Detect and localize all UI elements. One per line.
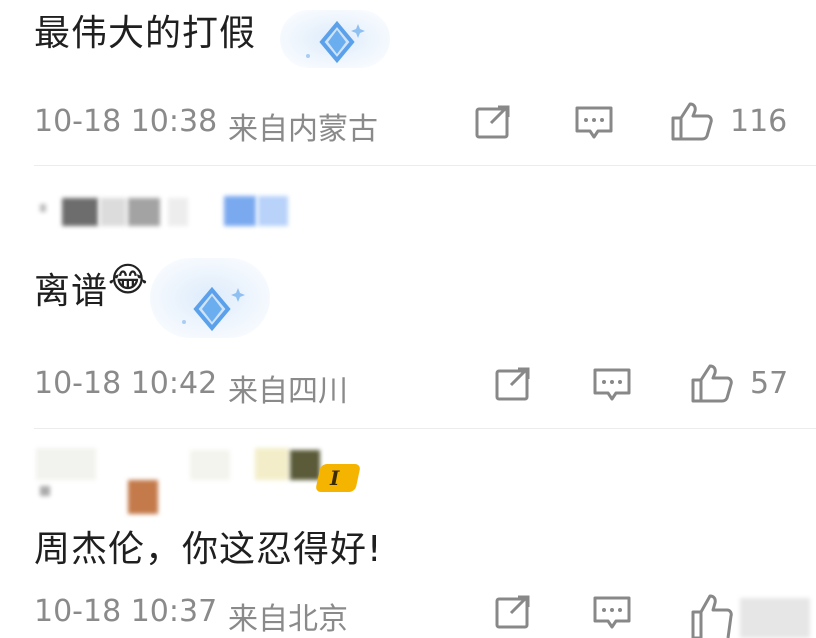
diamond-sticker-icon: [300, 18, 370, 70]
censored-username: [168, 198, 188, 226]
share-icon[interactable]: [474, 104, 512, 140]
censored-username: [62, 198, 98, 226]
thumbs-up-icon[interactable]: [690, 362, 734, 404]
comment-timestamp: 10-18 10:37: [34, 594, 218, 629]
divider: [34, 428, 816, 429]
censored-username: [40, 204, 46, 212]
censored-username: [258, 196, 288, 226]
censored-avatar: [128, 480, 158, 514]
thumbs-up-icon[interactable]: [690, 590, 734, 638]
level-badge-text: I: [330, 466, 340, 490]
censored-username: [36, 448, 96, 480]
like-count: 57: [750, 366, 789, 401]
comment-location: 来自内蒙古: [228, 112, 378, 147]
comment-location: 来自北京: [228, 602, 348, 637]
comment-timestamp: 10-18 10:38: [34, 104, 218, 139]
comment-text: 最伟大的打假: [34, 13, 257, 54]
comment-icon[interactable]: [592, 366, 632, 404]
laughing-emoji-icon: 😂: [108, 260, 148, 300]
censored-username: [255, 448, 289, 480]
like-count: 116: [730, 104, 788, 139]
comment-icon[interactable]: [592, 594, 632, 632]
obscured-like-count: [740, 598, 810, 638]
censored-username: [190, 450, 230, 480]
comment-text: 周杰伦，你这忍得好!: [34, 529, 383, 570]
divider: [34, 165, 816, 166]
share-icon[interactable]: [494, 366, 532, 402]
diamond-sticker-icon: [178, 282, 250, 336]
comment-text: 离谱: [34, 271, 109, 312]
thumbs-up-icon[interactable]: [670, 100, 714, 142]
share-icon[interactable]: [494, 594, 532, 630]
comment-timestamp: 10-18 10:42: [34, 366, 218, 401]
censored-username: [290, 450, 320, 480]
censored-username: [224, 196, 256, 226]
censored-username: [40, 486, 50, 496]
comment-icon[interactable]: [574, 104, 614, 142]
censored-username: [128, 198, 160, 226]
comment-location: 来自四川: [228, 374, 348, 409]
censored-username: [100, 198, 126, 226]
